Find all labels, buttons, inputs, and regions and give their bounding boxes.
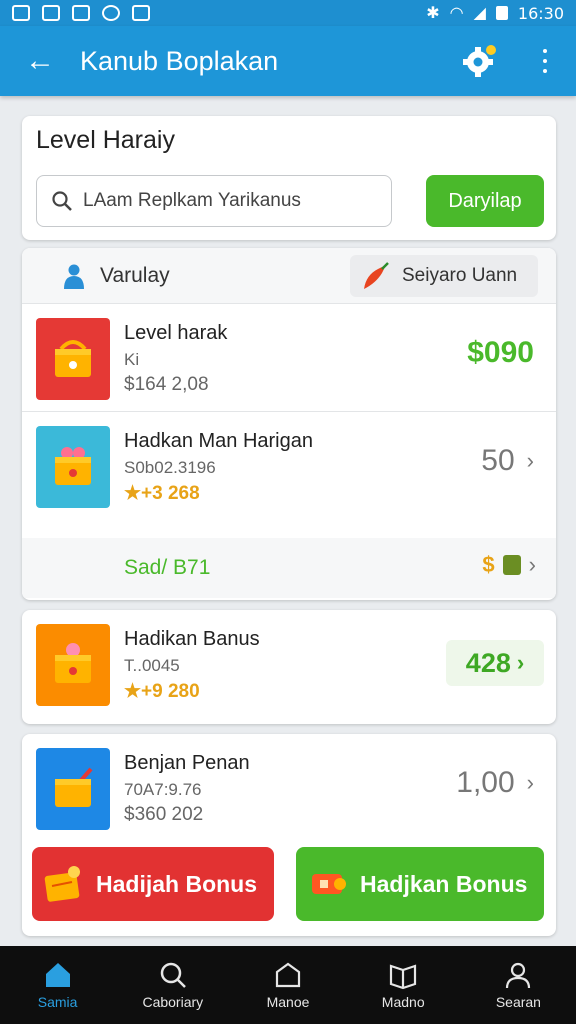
notification-icons [12, 5, 150, 21]
item-subtitle: T..0045 [124, 656, 180, 675]
search-text: LAam Replkam Yarikanus [83, 190, 301, 211]
item-subrow[interactable]: Sad/ B71 $ › [22, 538, 556, 598]
clock: 16:30 [517, 3, 564, 23]
basket-icon [36, 624, 110, 706]
item-subtitle: Ki [124, 350, 140, 369]
status-bar: ✱ ◠ ◢ 16:30 [0, 0, 576, 26]
person-icon [506, 962, 531, 989]
pepper-icon [364, 261, 389, 289]
more-options-icon[interactable] [530, 49, 560, 73]
list-item[interactable]: Level harak Ki $164 2,08 $090 [22, 304, 556, 412]
list-item[interactable]: Hadikan Banus T..0045 ★+9 280 428 › [22, 610, 556, 724]
ticket-icon [312, 874, 346, 894]
item-rating: ★+3 268 [124, 483, 200, 504]
bluetooth-icon: ✱ [426, 5, 440, 22]
item-price-value: 428 [465, 647, 511, 678]
notification-icon [12, 5, 30, 21]
gift-box-icon [44, 866, 80, 902]
search-button[interactable]: Daryilap [426, 175, 544, 227]
bottom-navigation: Samia Caboriary Manoe Madno Searan [0, 946, 576, 1024]
home-icon [45, 963, 70, 987]
item-subtitle: S0b02.3196 [124, 458, 216, 477]
basket-icon [36, 426, 110, 508]
item-title: Benjan Penan [124, 752, 250, 774]
notification-icon [102, 5, 120, 21]
filter-chip-label: Seiyaro Uann [402, 264, 518, 286]
wifi-icon: ◠ [449, 5, 464, 22]
app-title: Kanub Boplakan [80, 45, 279, 76]
person-icon [64, 264, 84, 289]
battery-icon [495, 6, 508, 20]
item-price: 1,00 › [456, 766, 534, 800]
nav-label: Manoe [266, 994, 310, 1010]
list-header: Varulay Seiyaro Uann [22, 248, 556, 304]
search-icon [160, 962, 186, 988]
item-title: Hadikan Banus [124, 628, 260, 650]
nav-label: Samia [37, 994, 78, 1010]
red-bonus-button[interactable]: Hadijah Bonus [32, 847, 274, 921]
filter-chip[interactable]: Seiyaro Uann [350, 254, 538, 297]
item-meta: $164 2,08 [124, 374, 209, 395]
list-item[interactable]: Hadkan Man Harigan S0b02.3196 ★+3 268 50… [22, 412, 556, 598]
basket-icon [36, 318, 110, 400]
item-price: $090 [467, 336, 534, 369]
section-heading: Level Haraiy [36, 126, 175, 154]
bag-icon [502, 555, 521, 575]
settings-gear-icon[interactable] [460, 41, 500, 81]
item-price-value: 50 [481, 444, 515, 477]
item-rating: ★+9 280 [124, 681, 200, 702]
nav-label: Searan [495, 994, 541, 1010]
item-sub-label: Sad/ B71 [124, 556, 211, 579]
item-price-value: 1,00 [456, 766, 515, 799]
book-icon [390, 964, 417, 990]
box-icon [275, 962, 301, 988]
search-card: Level Haraiy LAam Replkam Yarikanus Dary… [22, 116, 556, 240]
nav-item-book[interactable]: Madno [346, 946, 461, 1024]
chevron-right-icon: › [516, 650, 525, 675]
list-header-label: Varulay [100, 263, 170, 287]
notification-icon [42, 5, 60, 21]
chevron-right-icon: › [526, 770, 534, 795]
chevron-right-icon: › [528, 552, 536, 577]
notification-icon [132, 5, 150, 21]
dollar-icon: $ [482, 552, 495, 577]
red-bonus-label: Hadijah Bonus [96, 870, 258, 897]
nav-item-home[interactable]: Samia [0, 946, 115, 1024]
search-input[interactable]: LAam Replkam Yarikanus [36, 175, 392, 227]
chevron-right-icon: › [526, 448, 534, 473]
nav-item-box[interactable]: Manoe [230, 946, 345, 1024]
nav-item-profile[interactable]: Searan [461, 946, 576, 1024]
signal-icon: ◢ [473, 5, 486, 22]
green-bonus-button[interactable]: Hadjkan Bonus [296, 847, 544, 921]
item-meta: $360 202 [124, 804, 204, 825]
item-title: Hadkan Man Harigan [124, 430, 313, 452]
nav-label: Madno [381, 994, 425, 1010]
app-bar: ← Kanub Boplakan [0, 26, 576, 96]
results-list: Varulay Seiyaro Uann Level harak Ki $164… [22, 248, 556, 600]
back-arrow-icon[interactable]: ← [0, 44, 80, 78]
item-price: 50 › [481, 444, 534, 478]
search-icon [52, 191, 72, 211]
notification-icon [72, 5, 90, 21]
item-price[interactable]: 428 › [446, 640, 544, 686]
item-title: Level harak [124, 322, 228, 344]
basket-icon [36, 748, 110, 830]
green-bonus-label: Hadjkan Bonus [360, 870, 528, 897]
item-subtitle: 70A7:9.76 [124, 780, 202, 799]
nav-label: Caboriary [142, 994, 204, 1010]
nav-item-search[interactable]: Caboriary [115, 946, 230, 1024]
